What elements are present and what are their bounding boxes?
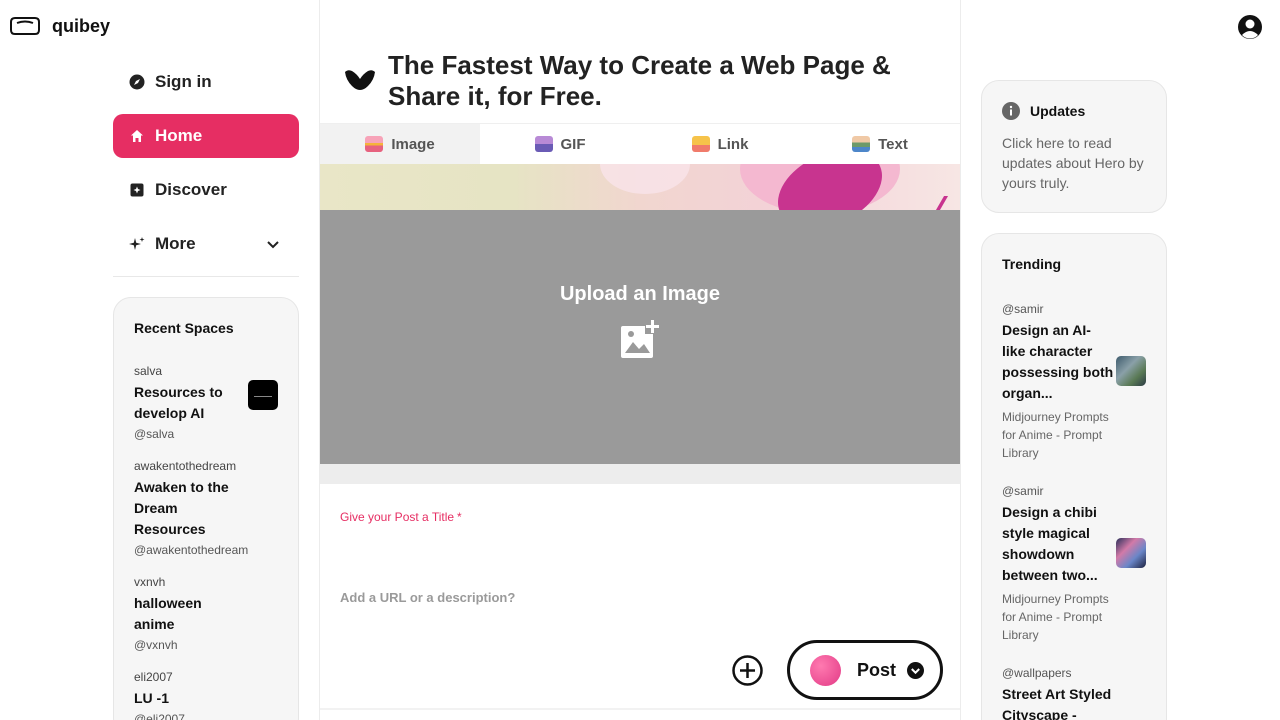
updates-text: Click here to read updates about Hero by… — [1002, 135, 1144, 191]
artist-icon — [852, 136, 871, 152]
list-item[interactable]: eli2007 LU -1 @eli2007 — [134, 670, 278, 720]
sidebar-nav: Sign in Home Discover More — [113, 60, 299, 277]
trend-source: Midjourney Prompts for Anime - Prompt Li… — [1002, 410, 1109, 460]
brand-logo[interactable]: quibey — [10, 15, 110, 37]
post-button[interactable]: Post — [787, 640, 943, 700]
list-item[interactable]: vxnvh halloween anime @vxnvh — [134, 575, 278, 652]
tab-label: Text — [878, 135, 908, 153]
trend-author: @wallpapers — [1002, 666, 1072, 680]
discover-icon — [129, 182, 145, 198]
space-handle: @eli2007 — [134, 712, 185, 720]
info-icon — [1002, 102, 1020, 120]
list-item[interactable]: @wallpapers Street Art Styled Cityscape … — [1002, 666, 1146, 720]
trend-source: Midjourney Prompts for Anime - Prompt Li… — [1002, 592, 1109, 642]
compass-icon — [129, 74, 145, 90]
post-type-tabs: Image GIF Link Text — [320, 123, 960, 164]
tab-label: Link — [717, 135, 749, 153]
trend-title: Street Art Styled Cityscape - — [1002, 686, 1112, 720]
space-name: Resources to develop AI — [134, 384, 223, 421]
image-preview-banner — [320, 164, 960, 210]
chevron-down-icon — [265, 236, 281, 252]
trend-thumbnail — [1116, 356, 1146, 386]
crown-icon — [691, 136, 710, 152]
tab-text[interactable]: Text — [800, 124, 960, 164]
required-mark: * — [457, 510, 462, 524]
space-owner: eli2007 — [134, 670, 173, 684]
tab-link[interactable]: Link — [640, 124, 800, 164]
upload-footer — [320, 464, 960, 484]
tab-gif[interactable]: GIF — [480, 124, 640, 164]
list-item[interactable]: salva Resources to develop AI @salva — [134, 364, 278, 441]
title-field-label: Give your Post a Title * — [340, 510, 462, 524]
space-thumbnail — [248, 380, 278, 410]
user-account-icon[interactable] — [1237, 14, 1263, 40]
page-title: The Fastest Way to Create a Web Page & S… — [388, 50, 891, 111]
space-name: Awaken to the Dream Resources — [134, 479, 229, 537]
trend-title: Design a chibi style magical showdown be… — [1002, 504, 1098, 583]
brand-heart-icon — [345, 70, 375, 90]
space-handle: @awakentothedream — [134, 543, 249, 557]
post-title-input[interactable] — [340, 532, 940, 572]
space-owner: salva — [134, 364, 163, 378]
city-dusk-icon — [534, 136, 553, 152]
trending-card: Trending @samir Design an AI-like charac… — [981, 233, 1167, 720]
post-button-label: Post — [857, 659, 897, 680]
tab-label: Image — [391, 135, 435, 153]
home-icon — [129, 128, 145, 144]
nav-home[interactable]: Home — [113, 114, 299, 158]
space-name: halloween anime — [134, 595, 202, 632]
space-handle: @vxnvh — [134, 638, 178, 652]
composer-bottom-edge — [320, 708, 960, 710]
list-item[interactable]: @samir Design an AI-like character posse… — [1002, 302, 1146, 462]
sparkle-icon — [129, 236, 145, 252]
space-owner: awakentothedream — [134, 459, 237, 473]
nav-label: Home — [155, 126, 203, 145]
add-image-icon — [621, 319, 660, 358]
tab-image[interactable]: Image — [320, 124, 480, 164]
tab-label: GIF — [560, 135, 586, 153]
description-input[interactable] — [340, 585, 940, 609]
upload-image-dropzone[interactable]: Upload an Image — [320, 210, 960, 464]
updates-card[interactable]: Updates Click here to read updates about… — [981, 80, 1167, 213]
recent-spaces-title: Recent Spaces — [134, 320, 234, 336]
space-owner: vxnvh — [134, 575, 166, 589]
pill-outline-icon — [10, 17, 40, 35]
avatar — [810, 654, 841, 686]
nav-more[interactable]: More — [113, 222, 299, 266]
nav-discover[interactable]: Discover — [113, 168, 299, 212]
nav-sign-in[interactable]: Sign in — [113, 60, 299, 104]
trend-author: @samir — [1002, 302, 1044, 316]
nav-label: Discover — [155, 180, 227, 199]
list-item[interactable]: awakentothedream Awaken to the Dream Res… — [134, 459, 278, 557]
chevron-down-circle-icon — [907, 661, 925, 679]
sunset-icon — [365, 136, 384, 152]
space-name: LU -1 — [134, 690, 169, 706]
nav-label: Sign in — [155, 72, 212, 91]
updates-title: Updates — [1030, 103, 1086, 119]
upload-label: Upload an Image — [559, 283, 721, 305]
add-attachment-button[interactable] — [732, 655, 763, 686]
recent-spaces-card: Recent Spaces salva Resources to develop… — [113, 297, 299, 720]
title-label-text: Give your Post a Title — [340, 510, 455, 524]
column-divider — [960, 0, 961, 720]
trend-title: Design an AI-like character possessing b… — [1002, 322, 1114, 401]
trending-title: Trending — [1002, 256, 1062, 272]
nav-divider — [113, 276, 299, 277]
nav-label: More — [155, 234, 196, 253]
trend-thumbnail — [1116, 538, 1146, 568]
space-handle: @salva — [134, 427, 175, 441]
list-item[interactable]: @samir Design a chibi style magical show… — [1002, 484, 1146, 644]
brand-name: quibey — [52, 15, 111, 36]
trend-author: @samir — [1002, 484, 1044, 498]
